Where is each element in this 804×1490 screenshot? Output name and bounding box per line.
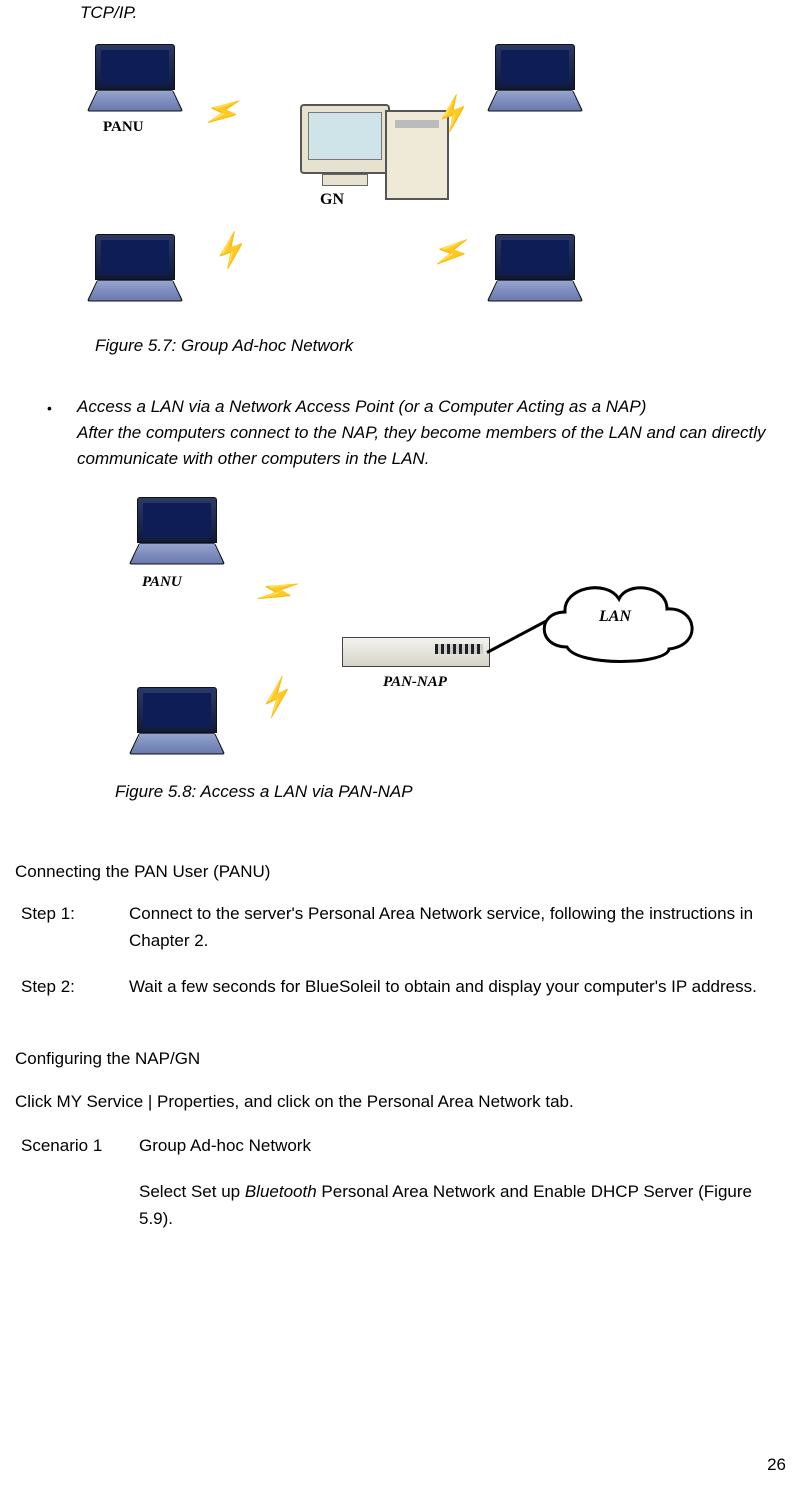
signal-icon: ⚡ (249, 672, 298, 728)
figure-5-8: PANU ⚡ ⚡ PAN-NAP (127, 487, 789, 805)
step-label: Step 2: (21, 974, 129, 1000)
lan-label: LAN (599, 605, 631, 630)
section-heading-napgn: Configuring the NAP/GN (15, 1046, 789, 1072)
bullet-body-text: After the computers connect to the NAP, … (77, 420, 789, 473)
laptop-icon (95, 234, 175, 304)
bullet-title: Access a LAN via a Network Access Point … (77, 394, 789, 420)
diagram-lan-via-nap: PANU ⚡ ⚡ PAN-NAP (127, 487, 687, 767)
nap-label: PAN-NAP (342, 671, 488, 694)
scenario-body: Select Set up Bluetooth Personal Area Ne… (139, 1179, 789, 1232)
bullet-item: • Access a LAN via a Network Access Poin… (47, 394, 789, 805)
figure-caption: Figure 5.7: Group Ad-hoc Network (95, 333, 789, 359)
nap-device-icon: PAN-NAP (342, 637, 488, 694)
gn-label: GN (259, 188, 405, 213)
scenario-label: Scenario 1 (21, 1133, 139, 1232)
step-row: Step 2: Wait a few seconds for BlueSolei… (21, 974, 789, 1000)
diagram-group-adhoc: PANU GN ⚡ ⚡ ⚡ ⚡ (95, 44, 615, 319)
step-body: Wait a few seconds for BlueSoleil to obt… (129, 974, 789, 1000)
section-heading-panu: Connecting the PAN User (PANU) (15, 859, 789, 885)
laptop-icon: PANU (95, 44, 175, 114)
instruction-line: Click MY Service | Properties, and click… (15, 1089, 789, 1115)
step-label: Step 1: (21, 901, 129, 954)
page-number: 26 (767, 1452, 786, 1478)
step-body: Connect to the server's Personal Area Ne… (129, 901, 789, 954)
figure-5-7: PANU GN ⚡ ⚡ ⚡ ⚡ Figu (95, 44, 789, 359)
bullet-marker: • (47, 394, 77, 805)
signal-icon: ⚡ (206, 225, 252, 280)
signal-icon: ⚡ (248, 562, 299, 618)
text-italic: Bluetooth (245, 1182, 317, 1201)
figure-caption: Figure 5.8: Access a LAN via PAN-NAP (115, 779, 789, 805)
text: Select Set up (139, 1182, 245, 1201)
paragraph-fragment: TCP/IP. (80, 0, 789, 26)
laptop-icon (137, 687, 217, 757)
laptop-icon (495, 234, 575, 304)
panu-label: PANU (103, 116, 144, 139)
laptop-icon: PANU (137, 497, 217, 567)
signal-icon: ⚡ (197, 85, 246, 141)
steps-list: Step 1: Connect to the server's Personal… (21, 901, 789, 1000)
laptop-icon (495, 44, 575, 114)
gn-computer-icon: GN (285, 104, 405, 213)
scenario-title: Group Ad-hoc Network (139, 1133, 789, 1159)
step-row: Step 1: Connect to the server's Personal… (21, 901, 789, 954)
panu-label: PANU (142, 571, 182, 594)
scenario-row: Scenario 1 Group Ad-hoc Network Select S… (21, 1133, 789, 1232)
signal-icon: ⚡ (426, 225, 472, 280)
